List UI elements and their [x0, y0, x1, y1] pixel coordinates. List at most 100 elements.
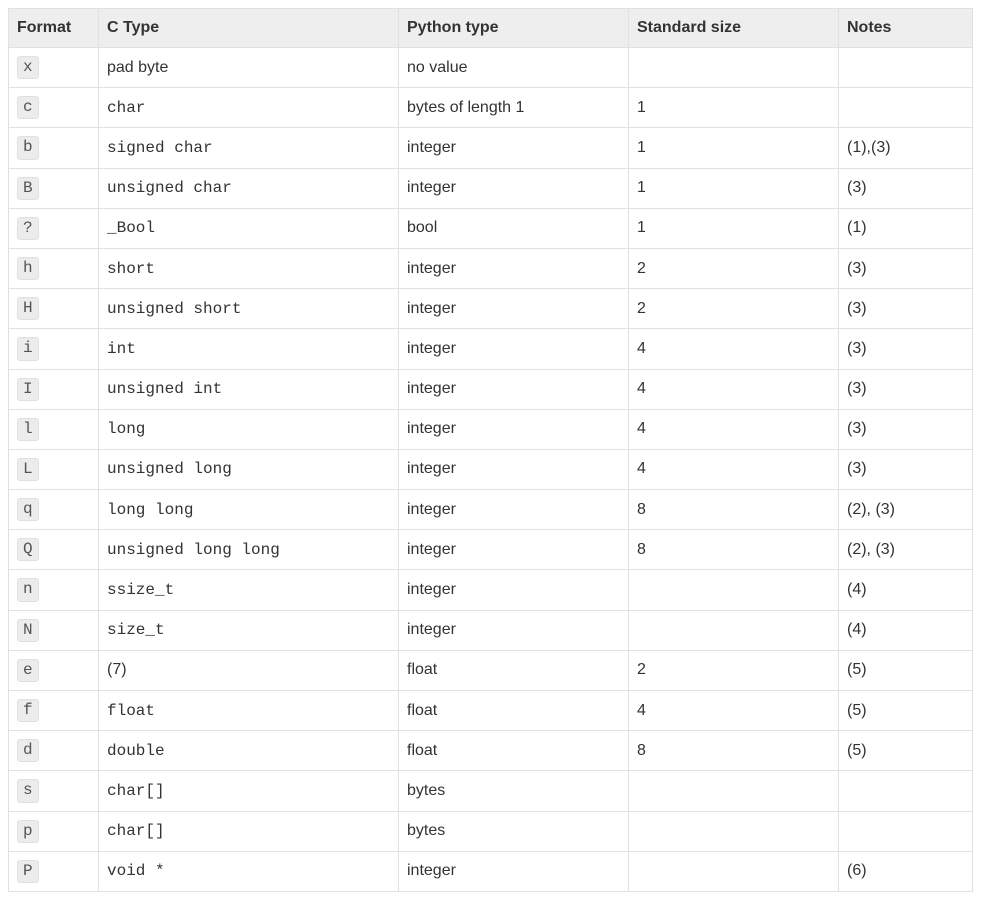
cell-ctype: (7) [99, 650, 399, 690]
cell-format: e [9, 650, 99, 690]
cell-python: float [399, 731, 629, 771]
format-code: L [17, 458, 39, 481]
cell-format: L [9, 449, 99, 489]
cell-size: 8 [629, 731, 839, 771]
format-code: ? [17, 217, 39, 240]
cell-notes: (5) [839, 731, 973, 771]
cell-python: integer [399, 329, 629, 369]
cell-ctype: unsigned int [99, 369, 399, 409]
ctype-value: void * [107, 862, 165, 880]
ctype-value: double [107, 742, 165, 760]
cell-size: 4 [629, 449, 839, 489]
cell-notes: (3) [839, 369, 973, 409]
cell-ctype: long [99, 409, 399, 449]
ctype-value: char[] [107, 782, 165, 800]
cell-python: integer [399, 168, 629, 208]
ctype-value: unsigned long [107, 460, 232, 478]
format-code: h [17, 257, 39, 280]
header-size: Standard size [629, 9, 839, 48]
cell-notes: (3) [839, 289, 973, 329]
ctype-value: signed char [107, 139, 213, 157]
cell-python: bytes [399, 811, 629, 851]
cell-format: p [9, 811, 99, 851]
cell-size: 4 [629, 409, 839, 449]
format-code: q [17, 498, 39, 521]
cell-python: integer [399, 289, 629, 329]
table-row: Bunsigned charinteger1(3) [9, 168, 973, 208]
cell-python: float [399, 650, 629, 690]
format-code: x [17, 56, 39, 79]
cell-format: l [9, 409, 99, 449]
table-row: bsigned charinteger1(1),(3) [9, 128, 973, 168]
cell-notes [839, 811, 973, 851]
cell-format: H [9, 289, 99, 329]
ctype-value: int [107, 340, 136, 358]
cell-notes [839, 88, 973, 128]
table-row: d double float8(5) [9, 731, 973, 771]
cell-format: s [9, 771, 99, 811]
cell-format: c [9, 88, 99, 128]
cell-format: b [9, 128, 99, 168]
ctype-value: long [107, 420, 145, 438]
format-code: B [17, 177, 39, 200]
cell-format: I [9, 369, 99, 409]
format-code: P [17, 860, 39, 883]
ctype-value: char[] [107, 822, 165, 840]
cell-ctype: unsigned short [99, 289, 399, 329]
cell-notes: (4) [839, 610, 973, 650]
format-code: I [17, 378, 39, 401]
table-row: Nsize_tinteger(4) [9, 610, 973, 650]
cell-python: integer [399, 490, 629, 530]
cell-ctype: unsigned char [99, 168, 399, 208]
cell-ctype: void * [99, 851, 399, 891]
ctype-value: unsigned long long [107, 541, 280, 559]
table-row: ?_Boolbool1(1) [9, 208, 973, 248]
table-row: ccharbytes of length 11 [9, 88, 973, 128]
cell-notes: (3) [839, 449, 973, 489]
cell-ctype: signed char [99, 128, 399, 168]
header-format: Format [9, 9, 99, 48]
cell-format: h [9, 248, 99, 288]
cell-python: bytes of length 1 [399, 88, 629, 128]
table-row: Hunsigned shortinteger2(3) [9, 289, 973, 329]
cell-python: bool [399, 208, 629, 248]
cell-ctype: char[] [99, 811, 399, 851]
cell-ctype: unsigned long long [99, 530, 399, 570]
cell-size [629, 811, 839, 851]
format-table: Format C Type Python type Standard size … [8, 8, 973, 892]
table-row: Lunsigned longinteger4(3) [9, 449, 973, 489]
cell-format: f [9, 691, 99, 731]
cell-size [629, 610, 839, 650]
cell-ctype: float [99, 691, 399, 731]
ctype-value: (7) [107, 661, 127, 678]
cell-python: integer [399, 128, 629, 168]
cell-notes: (2), (3) [839, 490, 973, 530]
ctype-value: ssize_t [107, 581, 174, 599]
format-code: d [17, 739, 39, 762]
cell-notes: (3) [839, 248, 973, 288]
cell-notes: (6) [839, 851, 973, 891]
table-row: schar[]bytes [9, 771, 973, 811]
cell-ctype: short [99, 248, 399, 288]
table-row: Qunsigned long longinteger8(2), (3) [9, 530, 973, 570]
table-row: iintinteger4(3) [9, 329, 973, 369]
ctype-value: unsigned char [107, 179, 232, 197]
cell-size: 4 [629, 329, 839, 369]
cell-notes [839, 48, 973, 88]
format-code: H [17, 297, 39, 320]
cell-format: d [9, 731, 99, 771]
table-body: xpad byteno valueccharbytes of length 11… [9, 48, 973, 892]
ctype-value: pad byte [107, 59, 168, 76]
format-code: i [17, 337, 39, 360]
cell-format: q [9, 490, 99, 530]
format-code: Q [17, 538, 39, 561]
cell-python: integer [399, 570, 629, 610]
cell-size [629, 48, 839, 88]
table-row: xpad byteno value [9, 48, 973, 88]
ctype-value: short [107, 260, 155, 278]
format-code: p [17, 820, 39, 843]
cell-ctype: char [99, 88, 399, 128]
cell-size: 1 [629, 168, 839, 208]
cell-ctype: size_t [99, 610, 399, 650]
cell-notes: (5) [839, 691, 973, 731]
